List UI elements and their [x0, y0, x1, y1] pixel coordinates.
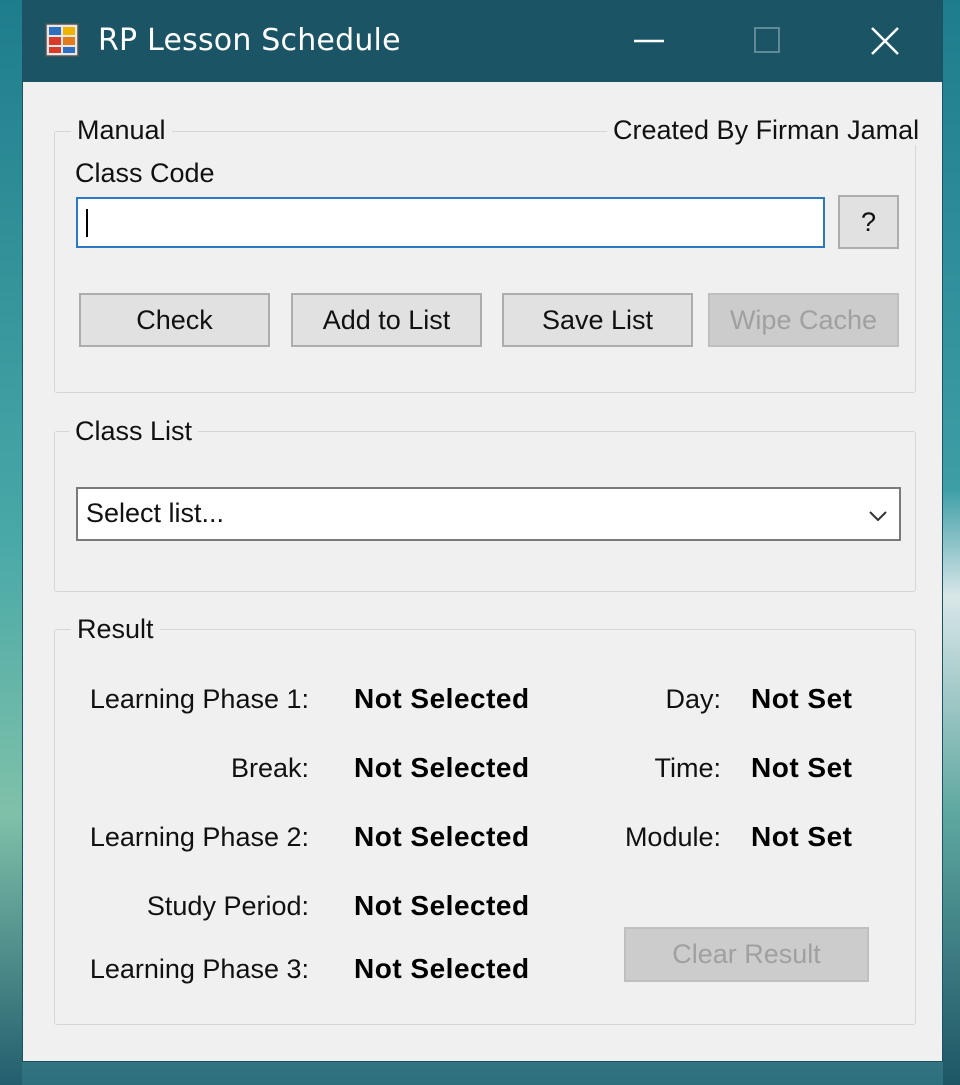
chevron-down-icon: [869, 511, 887, 522]
class-list-select[interactable]: Select list...: [76, 487, 901, 541]
class-code-label: Class Code: [75, 158, 215, 188]
wipe-cache-button[interactable]: Wipe Cache: [708, 293, 899, 347]
close-button[interactable]: [835, 1, 935, 82]
app-grid-icon: [45, 23, 79, 57]
study-period-value: Not Selected: [354, 890, 530, 921]
minimize-button[interactable]: [599, 1, 699, 82]
class-code-input[interactable]: [76, 197, 825, 248]
learning-phase-2-label: Learning Phase 2:: [89, 822, 309, 852]
break-label: Break:: [230, 753, 309, 783]
learning-phase-3-value: Not Selected: [354, 953, 530, 984]
close-icon: [871, 27, 899, 55]
manual-group-title: Manual: [71, 115, 172, 145]
class-list-group-title: Class List: [69, 416, 199, 446]
title-bar[interactable]: RP Lesson Schedule: [23, 1, 942, 82]
maximize-icon: [754, 27, 780, 53]
day-label: Day:: [665, 684, 721, 714]
study-period-label: Study Period:: [146, 891, 309, 921]
save-list-button[interactable]: Save List: [502, 293, 693, 347]
credit-label: Created By Firman Jamal: [607, 115, 926, 145]
desktop-background: [0, 0, 22, 1085]
learning-phase-1-value: Not Selected: [354, 683, 530, 714]
class-list-selected-value: Select list...: [86, 498, 225, 528]
app-window: RP Lesson Schedule Manual Created By Fir…: [22, 0, 943, 1062]
result-group-title: Result: [71, 614, 160, 644]
module-value: Not Set: [751, 821, 853, 852]
learning-phase-3-label: Learning Phase 3:: [89, 954, 309, 984]
clear-result-button[interactable]: Clear Result: [624, 927, 869, 982]
module-label: Module:: [624, 822, 721, 852]
minimize-icon: [634, 39, 664, 43]
desktop-background-right: [943, 0, 960, 1085]
check-button[interactable]: Check: [79, 293, 270, 347]
text-caret: [86, 209, 88, 237]
help-button[interactable]: ?: [838, 195, 899, 249]
learning-phase-1-label: Learning Phase 1:: [89, 684, 309, 714]
break-value: Not Selected: [354, 752, 530, 783]
add-to-list-button[interactable]: Add to List: [291, 293, 482, 347]
day-value: Not Set: [751, 683, 853, 714]
time-label: Time:: [654, 753, 722, 783]
maximize-button[interactable]: [717, 1, 817, 82]
learning-phase-2-value: Not Selected: [354, 821, 530, 852]
time-value: Not Set: [751, 752, 853, 783]
window-title: RP Lesson Schedule: [98, 23, 401, 58]
